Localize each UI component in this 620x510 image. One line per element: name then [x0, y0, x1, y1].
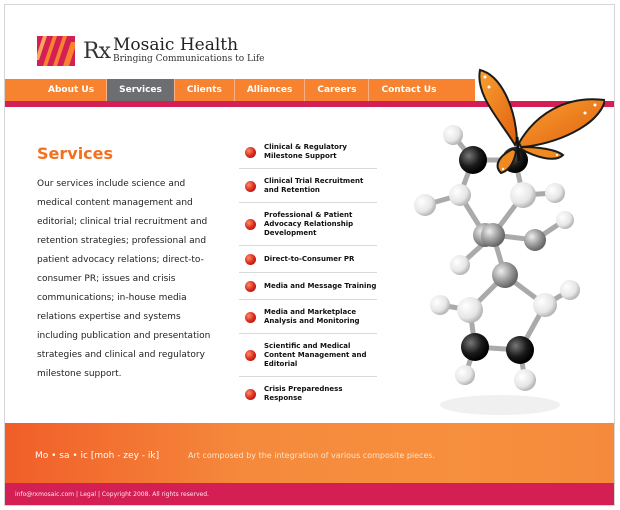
molecule-butterfly-illustration [414, 68, 605, 415]
red-bullet-icon [245, 311, 256, 323]
red-bullet-icon [245, 219, 256, 230]
red-bullet-icon [245, 254, 256, 265]
footer-text: info@rxmosaic.com | Legal | Copyright 20… [15, 491, 209, 498]
nav-alliances[interactable]: Alliances [235, 79, 306, 101]
service-link-content-management[interactable]: Scientific and Medical Content Managemen… [239, 334, 377, 377]
service-link-media-training[interactable]: Media and Message Training [239, 273, 377, 300]
legal-link[interactable]: Legal [80, 491, 96, 498]
red-bullet-icon [245, 388, 256, 400]
nav-about-us[interactable]: About Us [36, 79, 108, 101]
brand-text: Mosaic Health Bringing Communications to… [113, 37, 265, 65]
nav-services[interactable]: Services [107, 79, 175, 101]
mosaic-logo-icon [37, 36, 75, 66]
service-label: Direct-to-Consumer PR [264, 255, 355, 263]
service-link-advocacy[interactable]: Professional & Patient Advocacy Relation… [239, 203, 377, 246]
service-link-marketplace-analysis[interactable]: Media and Marketplace Analysis and Monit… [239, 300, 377, 334]
logo[interactable]: Rx Mosaic Health Bringing Communications… [37, 31, 264, 71]
red-bullet-icon [245, 281, 256, 292]
nav-careers[interactable]: Careers [305, 79, 370, 101]
red-bullet-icon [245, 350, 256, 361]
copyright-text: Copyright 2008. All rights reserved. [101, 491, 209, 498]
page-frame: Rx Mosaic Health Bringing Communications… [4, 4, 615, 506]
brand-tagline: Bringing Communications to Life [112, 54, 265, 64]
services-description: Our services include science and medical… [37, 179, 211, 379]
service-label: Crisis Preparedness Response [264, 385, 343, 402]
service-label: Scientific and Medical Content Managemen… [264, 342, 367, 368]
service-label: Clinical Trial Recruitment and Retention [264, 177, 364, 194]
main-nav: About Us Services Clients Alliances Care… [36, 79, 448, 101]
service-label: Clinical & Regulatory Milestone Support [264, 143, 347, 160]
service-label: Professional & Patient Advocacy Relation… [264, 211, 354, 237]
rx-mark: Rx [83, 38, 111, 64]
service-label: Media and Message Training [264, 282, 377, 290]
service-link-trial-recruitment[interactable]: Clinical Trial Recruitment and Retention [239, 169, 377, 203]
service-link-milestone-support[interactable]: Clinical & Regulatory Milestone Support [239, 135, 377, 169]
services-list: Clinical & Regulatory Milestone Support … [239, 135, 377, 410]
service-link-crisis-response[interactable]: Crisis Preparedness Response [239, 377, 377, 410]
page-title: Services [37, 144, 114, 163]
nav-clients[interactable]: Clients [175, 79, 235, 101]
red-bullet-icon [245, 146, 256, 158]
mosaic-pronunciation: Mo • sa • ic [moh - zey - ik] [35, 451, 160, 461]
service-label: Media and Marketplace Analysis and Monit… [264, 308, 360, 325]
mosaic-definition: Art composed by the integration of vario… [188, 451, 436, 460]
red-bullet-icon [245, 180, 256, 192]
service-link-dtc-pr[interactable]: Direct-to-Consumer PR [239, 246, 377, 273]
brand-name: Mosaic Health [112, 35, 239, 55]
email-link[interactable]: info@rxmosaic.com [15, 491, 74, 498]
